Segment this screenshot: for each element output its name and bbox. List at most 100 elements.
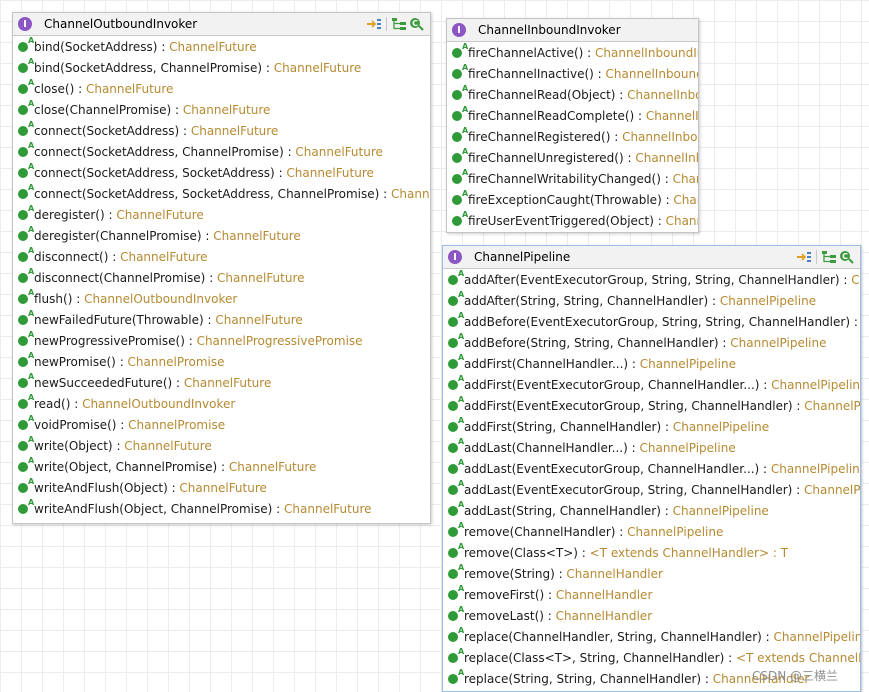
expand-members-icon[interactable]	[365, 16, 383, 32]
method-name: write(Object)	[34, 438, 113, 453]
method-row[interactable]: AremoveLast() : ChannelHandler	[443, 605, 860, 626]
method-row[interactable]: Aderegister() : ChannelFuture	[13, 204, 430, 225]
method-name: replace(ChannelHandler, String, ChannelH…	[464, 629, 762, 644]
abstract-method-icon: A	[13, 120, 34, 141]
method-row[interactable]: AfireChannelInactive() : ChannelInboundI…	[447, 63, 698, 84]
return-type: ChannelFuture	[183, 375, 272, 390]
method-row[interactable]: AaddBefore(EventExecutorGroup, String, S…	[443, 311, 860, 332]
type-separator: :	[724, 650, 736, 665]
method-row[interactable]: Aread() : ChannelOutboundInvoker	[13, 393, 430, 414]
return-type: <T extends ChannelHandler> : T	[589, 545, 789, 560]
class-search-icon[interactable]: C	[408, 16, 426, 32]
panel-header[interactable]: I ChannelPipeline C	[443, 246, 860, 269]
method-row[interactable]: AaddLast(String, ChannelHandler) : Chann…	[443, 500, 860, 521]
method-row[interactable]: AaddLast(EventExecutorGroup, String, Cha…	[443, 479, 860, 500]
method-row[interactable]: Aconnect(SocketAddress, SocketAddress) :…	[13, 162, 430, 183]
method-row[interactable]: Awrite(Object) : ChannelFuture	[13, 435, 430, 456]
panel-header[interactable]: I ChannelInboundInvoker	[447, 19, 698, 42]
return-type: ChannelOutboundInvoker	[82, 396, 236, 411]
method-row[interactable]: AaddAfter(String, String, ChannelHandler…	[443, 290, 860, 311]
method-row[interactable]: Aremove(String) : ChannelHandler	[443, 563, 860, 584]
expand-members-icon[interactable]	[795, 249, 813, 265]
method-row[interactable]: Awrite(Object, ChannelPromise) : Channel…	[13, 456, 430, 477]
type-separator: :	[74, 81, 86, 96]
method-name: remove(ChannelHandler)	[464, 524, 616, 539]
method-row[interactable]: AaddLast(EventExecutorGroup, ChannelHand…	[443, 458, 860, 479]
method-row[interactable]: Adisconnect(ChannelPromise) : ChannelFut…	[13, 267, 430, 288]
panel-channel-outbound-invoker[interactable]: I ChannelOutboundInvoker C Abind(SocketA…	[12, 12, 431, 524]
method-row[interactable]: AfireChannelRegistered() : ChannelInboun…	[447, 126, 698, 147]
method-row[interactable]: Aclose() : ChannelFuture	[13, 78, 430, 99]
method-row[interactable]: Aremove(Class<T>) : <T extends ChannelHa…	[443, 542, 860, 563]
abstract-method-icon: A	[443, 290, 464, 311]
method-row[interactable]: AnewSucceededFuture() : ChannelFuture	[13, 372, 430, 393]
type-separator: :	[157, 39, 170, 54]
return-type: ChannelFuture	[213, 228, 301, 243]
method-row[interactable]: Areplace(ChannelHandler, String, Channel…	[443, 626, 860, 647]
abstract-method-icon: A	[447, 189, 468, 210]
type-separator: :	[615, 524, 628, 539]
panel-header[interactable]: I ChannelOutboundInvoker C	[13, 13, 430, 36]
panel-channel-inbound-invoker[interactable]: I ChannelInboundInvoker AfireChannelActi…	[446, 18, 699, 233]
method-row[interactable]: AfireChannelRead(Object) : ChannelInboun…	[447, 84, 698, 105]
method-row[interactable]: Aremove(ChannelHandler) : ChannelPipelin…	[443, 521, 860, 542]
abstract-method-icon: A	[13, 288, 34, 309]
method-row[interactable]: AaddFirst(EventExecutorGroup, ChannelHan…	[443, 374, 860, 395]
method-row[interactable]: AnewPromise() : ChannelPromise	[13, 351, 430, 372]
method-name: replace(String, String, ChannelHandler)	[464, 671, 702, 686]
return-type: ChannelFuture	[85, 81, 174, 96]
return-type: ChannelFuture	[116, 207, 204, 222]
method-row[interactable]: AfireChannelActive() : ChannelInboundInv…	[447, 42, 698, 63]
method-row[interactable]: Areplace(Class<T>, String, ChannelHandle…	[443, 647, 860, 668]
panel-channel-pipeline[interactable]: I ChannelPipeline C AaddAfter(EventExecu…	[442, 245, 861, 692]
return-type: ChannelFuture	[190, 123, 279, 138]
method-name: remove(String)	[464, 566, 555, 581]
method-row[interactable]: AfireUserEventTriggered(Object) : Channe…	[447, 210, 698, 231]
method-row[interactable]: AwriteAndFlush(Object) : ChannelFuture	[13, 477, 430, 498]
method-row[interactable]: AaddFirst(ChannelHandler...) : ChannelPi…	[443, 353, 860, 374]
method-row[interactable]: AaddLast(ChannelHandler...) : ChannelPip…	[443, 437, 860, 458]
method-row[interactable]: Aconnect(SocketAddress, SocketAddress, C…	[13, 183, 430, 204]
method-row[interactable]: AfireChannelUnregistered() : ChannelInbo…	[447, 147, 698, 168]
method-row[interactable]: AfireExceptionCaught(Throwable) : Channe…	[447, 189, 698, 210]
method-row[interactable]: AfireChannelWritabilityChanged() : Chann…	[447, 168, 698, 189]
method-row[interactable]: Aflush() : ChannelOutboundInvoker	[13, 288, 430, 309]
method-row[interactable]: Abind(SocketAddress, ChannelPromise) : C…	[13, 57, 430, 78]
method-row[interactable]: Aconnect(SocketAddress) : ChannelFuture	[13, 120, 430, 141]
method-row[interactable]: AaddFirst(EventExecutorGroup, String, Ch…	[443, 395, 860, 416]
method-row[interactable]: AaddAfter(EventExecutorGroup, String, St…	[443, 269, 860, 290]
method-row[interactable]: AaddFirst(String, ChannelHandler) : Chan…	[443, 416, 860, 437]
method-name: addBefore(EventExecutorGroup, String, St…	[464, 314, 851, 329]
type-separator: :	[610, 129, 623, 144]
method-row[interactable]: AnewFailedFuture(Throwable) : ChannelFut…	[13, 309, 430, 330]
type-separator: :	[379, 186, 391, 201]
method-row[interactable]: Aconnect(SocketAddress, ChannelPromise) …	[13, 141, 430, 162]
abstract-method-icon: A	[13, 246, 34, 267]
return-type: ChannelPipeline	[771, 377, 861, 392]
class-search-icon[interactable]: C	[838, 249, 856, 265]
method-name: addLast(String, ChannelHandler)	[464, 503, 661, 518]
method-row[interactable]: AfireChannelReadComplete() : ChannelInbo…	[447, 105, 698, 126]
hierarchy-icon[interactable]	[390, 16, 408, 32]
method-row[interactable]: AnewProgressivePromise() : ChannelProgre…	[13, 330, 430, 351]
method-row[interactable]: AremoveFirst() : ChannelHandler	[443, 584, 860, 605]
method-row[interactable]: AvoidPromise() : ChannelPromise	[13, 414, 430, 435]
method-row[interactable]: Abind(SocketAddress) : ChannelFuture	[13, 36, 430, 57]
abstract-method-icon: A	[447, 63, 468, 84]
type-separator: :	[583, 45, 596, 60]
method-name: bind(SocketAddress)	[34, 39, 158, 54]
method-row[interactable]: Aclose(ChannelPromise) : ChannelFuture	[13, 99, 430, 120]
type-separator: :	[543, 608, 556, 623]
abstract-method-icon: A	[447, 168, 468, 189]
return-type: ChannelPipeline	[770, 461, 861, 476]
type-separator: :	[627, 440, 640, 455]
method-row[interactable]: Aderegister(ChannelPromise) : ChannelFut…	[13, 225, 430, 246]
method-row[interactable]: AwriteAndFlush(Object, ChannelPromise) :…	[13, 498, 430, 519]
type-separator: :	[759, 461, 771, 476]
method-name: read()	[34, 396, 71, 411]
abstract-method-icon: A	[13, 78, 34, 99]
method-row[interactable]: Adisconnect() : ChannelFuture	[13, 246, 430, 267]
type-separator: :	[201, 228, 214, 243]
hierarchy-icon[interactable]	[820, 249, 838, 265]
method-row[interactable]: AaddBefore(String, String, ChannelHandle…	[443, 332, 860, 353]
